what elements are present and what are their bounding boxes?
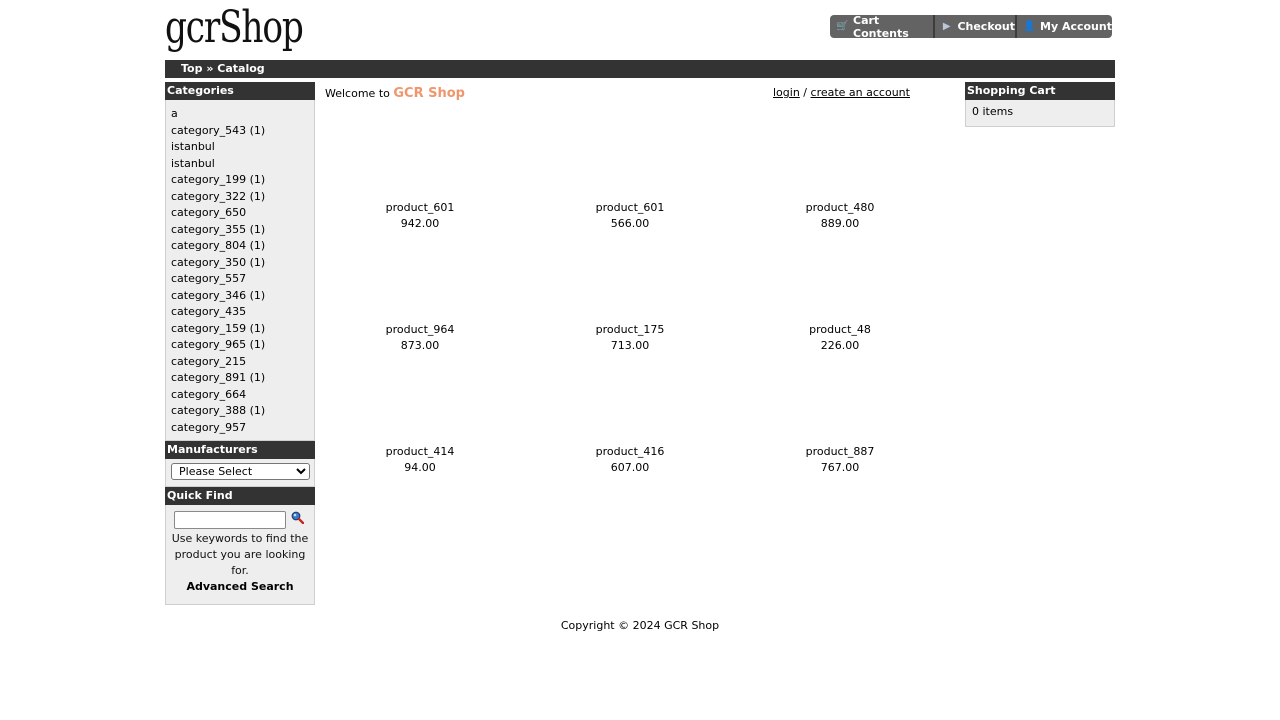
product-card[interactable]: product_414 94.00: [315, 444, 525, 476]
product-name[interactable]: product_480: [735, 200, 945, 216]
category-item[interactable]: istanbul: [171, 139, 309, 156]
product-name[interactable]: product_887: [735, 444, 945, 460]
breadcrumb-separator: »: [206, 62, 214, 75]
welcome-shop-name: GCR Shop: [393, 86, 465, 101]
footer: Copyright © 2024 GCR Shop: [0, 619, 1280, 632]
categories-list: a category_543 (1) istanbul istanbul categor…: [165, 100, 315, 441]
welcome-row: Welcome to GCR Shop login / create an ac…: [315, 82, 965, 102]
product-price: 607.00: [610, 461, 650, 474]
checkout-button[interactable]: ▶ Checkout: [935, 15, 1017, 38]
page: gcrShop 🛒 Cart Contents ▶ Checkout 👤 My …: [165, 0, 1115, 608]
product-card[interactable]: product_175 713.00: [525, 322, 735, 354]
quick-find-input[interactable]: [174, 511, 286, 529]
welcome-text: Welcome to GCR Shop: [325, 86, 465, 101]
breadcrumb-top-link[interactable]: Top: [181, 62, 202, 75]
center-column: Welcome to GCR Shop login / create an ac…: [315, 82, 965, 474]
category-item[interactable]: category_350 (1): [171, 255, 309, 272]
main-columns: Categories a category_543 (1) istanbul ista…: [165, 78, 1115, 608]
product-price: 889.00: [820, 217, 860, 230]
cart-contents-label: Cart Contents: [853, 13, 909, 40]
quick-find-row: [170, 511, 310, 529]
breadcrumb-catalog-link[interactable]: Catalog: [217, 62, 264, 75]
category-item[interactable]: istanbul: [171, 156, 309, 173]
product-price: 873.00: [400, 339, 440, 352]
product-price: 226.00: [820, 339, 860, 352]
auth-links: login / create an account: [773, 86, 910, 99]
product-name[interactable]: product_601: [525, 200, 735, 216]
manufacturers-title: Manufacturers: [165, 441, 315, 459]
category-item[interactable]: category_957: [171, 420, 309, 437]
category-item[interactable]: category_435: [171, 304, 309, 321]
category-item[interactable]: category_891 (1): [171, 370, 309, 387]
category-item[interactable]: category_215: [171, 354, 309, 371]
product-name[interactable]: product_48: [735, 322, 945, 338]
category-item[interactable]: category_355 (1): [171, 222, 309, 239]
product-price: 942.00: [400, 217, 440, 230]
category-item[interactable]: category_804 (1): [171, 238, 309, 255]
category-item[interactable]: category_199 (1): [171, 172, 309, 189]
product-name[interactable]: product_416: [525, 444, 735, 460]
user-icon: 👤: [1023, 21, 1036, 32]
top-nav: 🛒 Cart Contents ▶ Checkout 👤 My Account: [830, 13, 1112, 40]
manufacturers-box: Please Select: [165, 459, 315, 487]
quick-find-title: Quick Find: [165, 487, 315, 505]
cart-icon: 🛒: [836, 21, 849, 32]
category-item[interactable]: a: [171, 106, 309, 123]
left-column: Categories a category_543 (1) istanbul ista…: [165, 82, 315, 605]
auth-separator: /: [803, 86, 808, 99]
product-card[interactable]: product_480 889.00: [735, 200, 945, 232]
checkout-label: Checkout: [957, 20, 1015, 33]
product-card[interactable]: product_48 226.00: [735, 322, 945, 354]
manufacturers-select[interactable]: Please Select: [171, 463, 310, 480]
shopping-cart-title: Shopping Cart: [965, 82, 1115, 100]
product-price: 94.00: [404, 461, 436, 474]
product-name[interactable]: product_964: [315, 322, 525, 338]
product-price: 566.00: [610, 217, 650, 230]
shopping-cart-box: 0 items: [965, 100, 1115, 127]
category-item[interactable]: category_965 (1): [171, 337, 309, 354]
product-name[interactable]: product_414: [315, 444, 525, 460]
category-item[interactable]: category_388 (1): [171, 403, 309, 420]
product-card[interactable]: product_887 767.00: [735, 444, 945, 476]
right-column: Shopping Cart 0 items: [965, 82, 1115, 127]
categories-title: Categories: [165, 82, 315, 100]
category-item[interactable]: category_322 (1): [171, 189, 309, 206]
product-card[interactable]: product_601 566.00: [525, 200, 735, 232]
category-item[interactable]: category_543 (1): [171, 123, 309, 140]
product-card[interactable]: product_964 873.00: [315, 322, 525, 354]
welcome-prefix: Welcome to: [325, 87, 390, 100]
cart-contents-button[interactable]: 🛒 Cart Contents: [830, 13, 935, 40]
product-price: 767.00: [820, 461, 860, 474]
create-account-link[interactable]: create an account: [811, 86, 910, 99]
product-card[interactable]: product_601 942.00: [315, 200, 525, 232]
category-item[interactable]: category_650: [171, 205, 309, 222]
product-price: 713.00: [610, 339, 650, 352]
product-card[interactable]: product_416 607.00: [525, 444, 735, 476]
category-item[interactable]: category_159 (1): [171, 321, 309, 338]
my-account-button[interactable]: 👤 My Account: [1017, 15, 1112, 38]
category-item[interactable]: category_557: [171, 271, 309, 288]
cart-summary: 0 items: [972, 105, 1014, 118]
quick-find-help: Use keywords to find the product you are…: [171, 532, 309, 577]
copyright: Copyright © 2024 GCR Shop: [560, 619, 720, 632]
arrow-right-icon: ▶: [942, 21, 951, 32]
category-item[interactable]: category_346 (1): [171, 288, 309, 305]
login-link[interactable]: login: [773, 86, 800, 99]
my-account-label: My Account: [1040, 20, 1112, 33]
quick-find-box: Use keywords to find the product you are…: [165, 505, 315, 605]
product-name[interactable]: product_175: [525, 322, 735, 338]
product-name[interactable]: product_601: [315, 200, 525, 216]
advanced-search-link[interactable]: Advanced Search: [170, 580, 310, 593]
breadcrumb: Top » Catalog: [165, 60, 1115, 78]
search-icon[interactable]: [291, 511, 304, 524]
category-item[interactable]: category_664: [171, 387, 309, 404]
logo[interactable]: gcrShop: [165, 6, 304, 50]
header: gcrShop 🛒 Cart Contents ▶ Checkout 👤 My …: [165, 0, 1115, 60]
